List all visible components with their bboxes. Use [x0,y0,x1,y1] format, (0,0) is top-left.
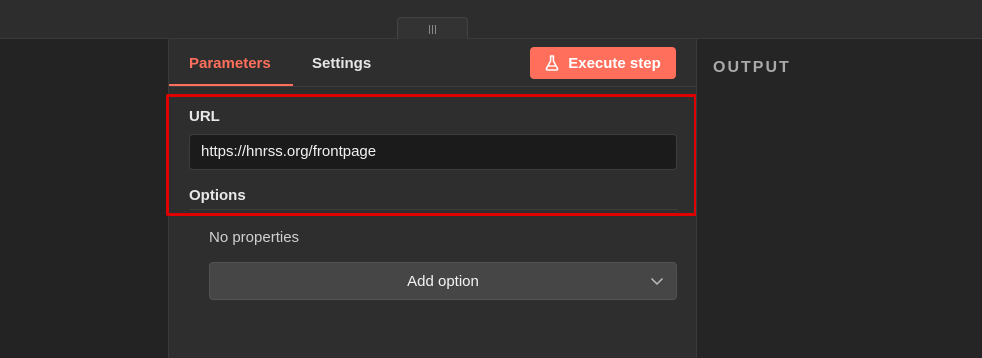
canvas-backdrop [0,39,168,358]
top-strip [0,0,982,39]
panel-tabs: Parameters Settings Execute step [169,39,697,87]
tab-parameters[interactable]: Parameters [189,55,271,72]
chevron-down-icon [650,277,664,286]
flask-icon [545,55,559,71]
add-option-label: Add option [407,272,479,290]
url-label: URL [189,108,220,125]
output-title: OUTPUT [713,59,791,76]
output-panel: OUTPUT [696,39,982,358]
execute-step-button[interactable]: Execute step [530,47,676,79]
execute-step-label: Execute step [568,54,661,72]
add-option-button[interactable]: Add option [209,262,677,300]
options-divider [189,209,677,210]
options-label: Options [189,187,246,204]
parameters-panel: Parameters Settings Execute step URL htt… [166,39,697,358]
active-tab-indicator [169,84,293,86]
tab-settings[interactable]: Settings [312,55,371,72]
drag-handle-icon[interactable] [397,17,468,40]
url-input[interactable]: https://hnrss.org/frontpage [189,134,677,170]
no-properties-text: No properties [209,229,300,246]
